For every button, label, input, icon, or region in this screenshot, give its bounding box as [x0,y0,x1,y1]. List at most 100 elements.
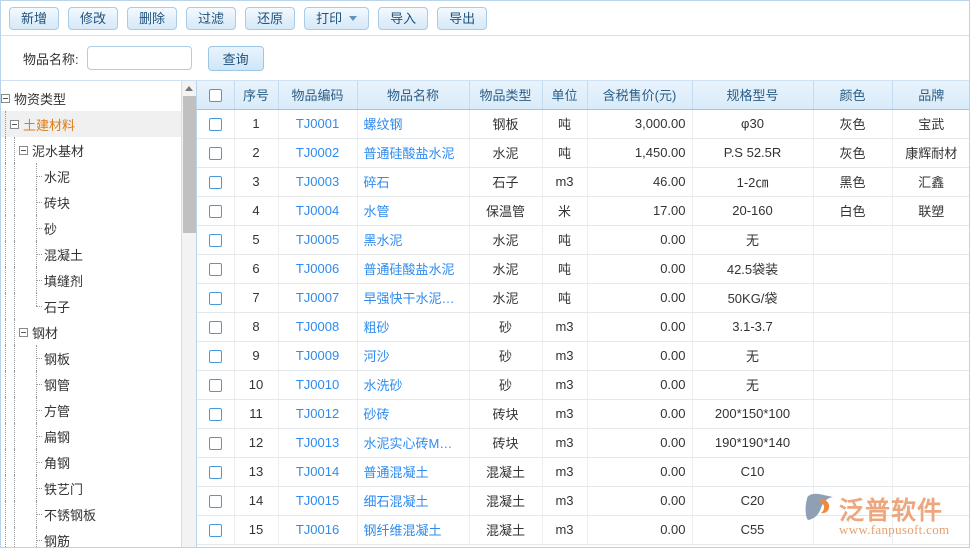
cell-text[interactable]: TJ0002 [296,145,339,160]
tree-collapse-icon[interactable] [19,146,28,155]
row-checkbox[interactable] [209,292,222,305]
export-button[interactable]: 导出 [437,7,487,30]
filter-button[interactable]: 过滤 [186,7,236,30]
row-select-cell[interactable] [197,341,234,370]
cell-text[interactable]: TJ0001 [296,116,339,131]
row-select-cell[interactable] [197,138,234,167]
table-row[interactable]: 8TJ0008粗砂砂m30.003.1-3.7 [197,312,969,341]
row-checkbox[interactable] [209,234,222,247]
tree-node-leaf[interactable]: 石子 [1,293,182,319]
table-row[interactable]: 9TJ0009河沙砂m30.00无 [197,341,969,370]
cell-text[interactable]: 水管 [364,204,390,219]
table-row[interactable]: 6TJ0006普通硅酸盐水泥水泥吨0.0042.5袋装 [197,254,969,283]
cell-text[interactable]: 普通硅酸盐水泥 [364,262,455,277]
column-name[interactable]: 物品名称 [357,81,469,109]
row-checkbox[interactable] [209,466,222,479]
row-checkbox[interactable] [209,524,222,537]
column-brand[interactable]: 品牌 [892,81,969,109]
chevron-down-icon[interactable] [349,16,357,21]
row-checkbox[interactable] [209,350,222,363]
cell-text[interactable]: TJ0016 [296,522,339,537]
column-color[interactable]: 颜色 [813,81,892,109]
tree-node-branch[interactable]: 物资类型 [1,85,182,111]
row-select-cell[interactable] [197,196,234,225]
cell-text[interactable]: TJ0005 [296,232,339,247]
row-select-cell[interactable] [197,486,234,515]
cell-text[interactable]: TJ0007 [296,290,339,305]
table-row[interactable]: 10TJ0010水洗砂砂m30.00无 [197,370,969,399]
table-row[interactable]: 3TJ0003碎石石子m346.001-2㎝黑色汇鑫 [197,167,969,196]
cell-text[interactable]: TJ0010 [296,377,339,392]
cell-text[interactable]: TJ0014 [296,464,339,479]
tree-node-leaf[interactable]: 填缝剂 [1,267,182,293]
column-seq[interactable]: 序号 [234,81,278,109]
cell-text[interactable]: 细石混凝土 [364,494,429,509]
tree-node-branch[interactable]: 钢材 [1,319,182,345]
cell-text[interactable]: TJ0015 [296,493,339,508]
row-select-cell[interactable] [197,225,234,254]
table-row[interactable]: 14TJ0015细石混凝土混凝土m30.00C20 [197,486,969,515]
tree-node-leaf[interactable]: 钢管 [1,371,182,397]
cell-text[interactable]: 河沙 [364,349,390,364]
cell-text[interactable]: TJ0003 [296,174,339,189]
row-select-cell[interactable] [197,109,234,138]
tree-node-leaf[interactable]: 钢板 [1,345,182,371]
select-all-column[interactable] [197,81,234,109]
tree-node-leaf[interactable]: 方管 [1,397,182,423]
table-row[interactable]: 5TJ0005黑水泥水泥吨0.00无 [197,225,969,254]
row-select-cell[interactable] [197,254,234,283]
row-checkbox[interactable] [209,176,222,189]
row-checkbox[interactable] [209,379,222,392]
edit-button[interactable]: 修改 [68,7,118,30]
row-checkbox[interactable] [209,408,222,421]
cell-text[interactable]: 普通硅酸盐水泥 [364,146,455,161]
query-button[interactable]: 查询 [208,46,264,71]
row-checkbox[interactable] [209,437,222,450]
cell-text[interactable]: 碎石 [364,175,390,190]
row-select-cell[interactable] [197,428,234,457]
table-row[interactable]: 15TJ0016钢纤维混凝土混凝土m30.00C55 [197,515,969,544]
print-button[interactable]: 打印 [304,7,369,30]
row-checkbox[interactable] [209,147,222,160]
tree-collapse-icon[interactable] [1,94,10,103]
table-row[interactable]: 13TJ0014普通混凝土混凝土m30.00C10 [197,457,969,486]
column-type[interactable]: 物品类型 [469,81,542,109]
row-select-cell[interactable] [197,312,234,341]
table-row[interactable]: 1TJ0001螺纹钢钢板吨3,000.00φ30灰色宝武 [197,109,969,138]
column-spec[interactable]: 规格型号 [692,81,813,109]
row-select-cell[interactable] [197,167,234,196]
row-select-cell[interactable] [197,457,234,486]
cell-text[interactable]: 粗砂 [364,320,390,335]
tree-collapse-icon[interactable] [10,120,19,129]
tree-node-branch[interactable]: 泥水基材 [1,137,182,163]
tree-node-leaf[interactable]: 钢筋 [1,527,182,548]
column-code[interactable]: 物品编码 [278,81,357,109]
cell-text[interactable]: 水洗砂 [364,378,403,393]
tree-node-leaf[interactable]: 水泥 [1,163,182,189]
cell-text[interactable]: 普通混凝土 [364,465,429,480]
tree-collapse-icon[interactable] [19,328,28,337]
tree-scrollbar-thumb[interactable] [183,96,196,233]
tree-node-leaf[interactable]: 砂 [1,215,182,241]
table-row[interactable]: 7TJ0007早强快干水泥…水泥吨0.0050KG/袋 [197,283,969,312]
cell-text[interactable]: 砂砖 [364,407,390,422]
table-row[interactable]: 4TJ0004水管保温管米17.0020-160白色联塑 [197,196,969,225]
row-checkbox[interactable] [209,495,222,508]
cell-text[interactable]: TJ0004 [296,203,339,218]
delete-button[interactable]: 删除 [127,7,177,30]
cell-text[interactable]: TJ0009 [296,348,339,363]
cell-text[interactable]: 水泥实心砖M… [364,436,453,451]
row-checkbox[interactable] [209,118,222,131]
cell-text[interactable]: 螺纹钢 [364,117,403,132]
column-unit[interactable]: 单位 [542,81,587,109]
tree-scrollbar[interactable] [181,81,196,548]
table-row[interactable]: 11TJ0012砂砖砖块m30.00200*150*100 [197,399,969,428]
row-checkbox[interactable] [209,205,222,218]
tree-node-branch[interactable]: 土建材料 [1,111,182,137]
tree-node-leaf[interactable]: 扁钢 [1,423,182,449]
row-select-cell[interactable] [197,399,234,428]
add-button[interactable]: 新增 [9,7,59,30]
column-price[interactable]: 含税售价(元) [587,81,692,109]
cell-text[interactable]: 钢纤维混凝土 [364,523,442,538]
row-select-cell[interactable] [197,283,234,312]
